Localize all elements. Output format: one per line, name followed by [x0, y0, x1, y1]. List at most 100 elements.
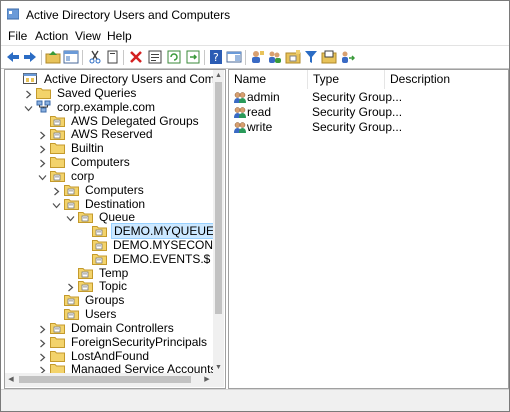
tree-node-label: Active Directory Users and Computers [WI… [44, 72, 213, 86]
item-name: write [247, 120, 273, 134]
item-type: Security Group... [312, 105, 403, 119]
menu-help[interactable]: Help [107, 29, 132, 43]
folder-icon [50, 335, 65, 348]
item-type: Security Group... [312, 90, 403, 104]
move-icon[interactable] [339, 49, 355, 65]
delete-icon[interactable] [128, 49, 144, 65]
ou-icon [92, 238, 107, 251]
column-header-name[interactable]: Name [229, 70, 308, 89]
tree-node-label: LostAndFound [71, 348, 150, 363]
group-icon [233, 91, 247, 104]
ou-icon [50, 127, 65, 141]
scroll-right-icon[interactable]: ▶ [201, 373, 213, 387]
tree-node-label: AWS Delegated Groups [71, 113, 199, 128]
folder-icon [50, 349, 65, 362]
ou-icon [50, 169, 65, 182]
tree-node-label: Domain Controllers [71, 320, 174, 335]
scrollbar-thumb[interactable] [215, 82, 222, 314]
help-icon[interactable]: ? [208, 49, 224, 65]
ou-icon [64, 307, 79, 321]
tree-node-label: Builtin [71, 141, 104, 156]
title-bar: Active Directory Users and Computers [1, 1, 509, 27]
item-name: admin [247, 90, 280, 104]
add-to-group-icon[interactable] [321, 49, 337, 65]
console-tree: Active Directory Users and Computers [WI… [5, 70, 213, 373]
item-type: Security Group... [312, 120, 403, 134]
ou-icon [50, 321, 65, 334]
tree-node-label: DEMO.MYQUEUE [111, 223, 213, 240]
new-ou-icon[interactable] [285, 49, 301, 65]
list-item[interactable]: admin Security Group... [229, 90, 508, 105]
tree-vertical-scrollbar[interactable]: ▲ ▼ [213, 70, 224, 373]
refresh-icon[interactable] [166, 49, 182, 65]
tree-node-label: Computers [85, 182, 144, 197]
back-icon[interactable] [5, 49, 21, 65]
folder-icon [50, 155, 65, 168]
tree-node-label: Saved Queries [57, 85, 137, 100]
scroll-left-icon[interactable]: ◀ [5, 373, 17, 387]
scroll-up-icon[interactable]: ▲ [213, 70, 224, 81]
ou-icon [78, 266, 93, 279]
folder-icon [50, 362, 65, 373]
tree-horizontal-scrollbar[interactable]: ◀ ▶ [5, 373, 213, 387]
new-group-icon[interactable] [267, 49, 283, 65]
chevron-right-icon[interactable] [38, 351, 47, 362]
tree-node-label: Topic [99, 279, 128, 294]
tree-node-label: DEMO.EVENTS.$ [113, 251, 211, 266]
up-folder-icon[interactable] [45, 49, 61, 65]
tree-node-label: corp [71, 168, 95, 183]
chevron-right-icon[interactable] [52, 185, 61, 196]
chevron-right-icon[interactable] [38, 129, 47, 140]
tree-node-label: Computers [71, 155, 130, 169]
tree-node-label: Managed Service Accounts [71, 362, 213, 373]
column-header-description[interactable]: Description [385, 70, 508, 89]
tree-node-label: corp.example.com [57, 99, 156, 114]
folder-icon [50, 141, 65, 155]
cut-icon[interactable] [87, 49, 103, 65]
chevron-down-icon[interactable] [66, 212, 75, 222]
toolbar-separator [123, 50, 124, 65]
chevron-down-icon[interactable] [38, 171, 47, 181]
menu-file[interactable]: File [8, 29, 27, 43]
chevron-down-icon[interactable] [24, 102, 33, 112]
show-pane-icon[interactable] [63, 49, 79, 65]
ou-icon [64, 197, 79, 210]
export-icon[interactable] [185, 49, 201, 65]
column-header-type[interactable]: Type [308, 70, 385, 89]
toolbar-separator [41, 50, 42, 65]
menu-bar: File Action View Help [1, 27, 509, 45]
status-bar [1, 389, 509, 411]
item-name: read [247, 105, 272, 119]
chevron-right-icon[interactable] [38, 337, 47, 348]
forward-icon[interactable] [22, 49, 38, 65]
chevron-right-icon[interactable] [38, 157, 47, 168]
new-user-icon[interactable] [249, 49, 265, 65]
ou-icon [78, 210, 93, 224]
scrollbar-thumb[interactable] [19, 376, 191, 383]
tree-node-label: ForeignSecurityPrincipals [71, 334, 208, 349]
details-pane: Name Type Description admin Security Grou… [228, 69, 509, 389]
list-item[interactable]: read Security Group... [229, 105, 508, 120]
ou-icon [92, 252, 107, 265]
filter-icon[interactable] [303, 49, 319, 65]
chevron-right-icon[interactable] [38, 143, 47, 154]
menu-view[interactable]: View [75, 29, 101, 43]
toolbar-separator [245, 50, 246, 65]
tree-pane: Active Directory Users and Computers [WI… [4, 69, 226, 389]
properties-icon[interactable] [147, 49, 163, 65]
chevron-right-icon[interactable] [38, 364, 47, 373]
chevron-right-icon[interactable] [66, 281, 75, 292]
chevron-right-icon[interactable] [38, 323, 47, 334]
list-item[interactable]: write Security Group... [229, 120, 508, 135]
chevron-right-icon[interactable] [24, 88, 33, 99]
scroll-down-icon[interactable]: ▼ [213, 362, 224, 373]
tree-node-label: Groups [85, 293, 125, 308]
ou-icon [92, 224, 107, 238]
tree-node-label: Users [85, 307, 117, 322]
menu-action[interactable]: Action [35, 29, 68, 43]
chevron-down-icon[interactable] [52, 199, 61, 208]
tree-node-label: DEMO.MYSECONDQUEUE [113, 238, 213, 252]
domain-icon [36, 100, 51, 113]
copy-icon[interactable] [105, 49, 121, 65]
detail-pane-icon[interactable] [226, 49, 242, 65]
